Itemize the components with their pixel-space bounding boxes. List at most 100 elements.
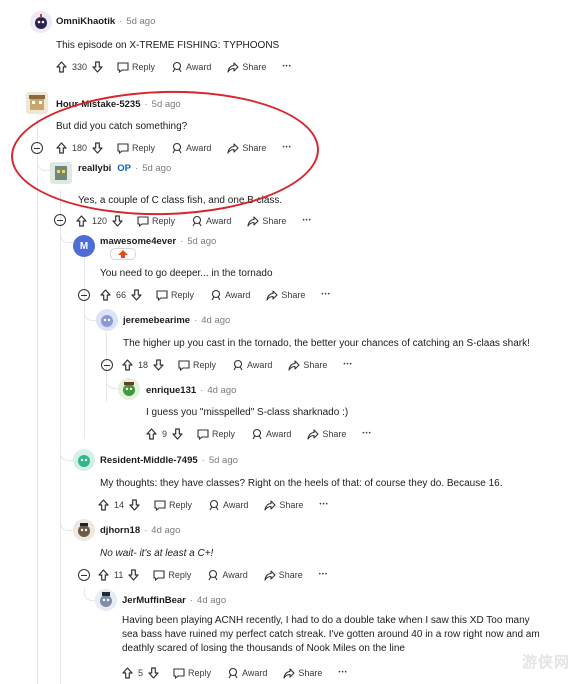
more-options-button[interactable]: •••: [282, 64, 291, 70]
upvote-icon[interactable]: [76, 215, 87, 227]
avatar[interactable]: [73, 519, 95, 541]
share-button[interactable]: Share: [264, 499, 303, 511]
more-options-button[interactable]: •••: [338, 670, 347, 676]
award-label: Award: [186, 62, 212, 72]
share-button[interactable]: Share: [288, 359, 327, 371]
award-button[interactable]: Award: [207, 569, 248, 581]
avatar[interactable]: [95, 589, 117, 611]
collapse-thread-button[interactable]: [78, 569, 90, 581]
upvote-icon[interactable]: [122, 359, 133, 371]
author-name[interactable]: OmniKhaotik: [56, 16, 115, 27]
award-icon: [232, 359, 244, 371]
reply-button[interactable]: Reply: [173, 667, 211, 679]
author-name[interactable]: Resident-Middle-7495: [100, 455, 198, 466]
award-button[interactable]: Award: [171, 61, 211, 73]
reply-icon: [173, 667, 185, 679]
comment-actions: 66 Reply Award Share •••: [100, 289, 347, 301]
avatar[interactable]: [118, 378, 140, 400]
share-button[interactable]: Share: [264, 569, 303, 581]
award-icon: [191, 215, 203, 227]
more-options-button[interactable]: •••: [302, 218, 311, 224]
award-label: Award: [223, 500, 249, 510]
collapse-thread-button[interactable]: [54, 214, 66, 226]
reply-label: Reply: [168, 570, 192, 580]
separator-dot: ·: [144, 99, 148, 110]
avatar[interactable]: [73, 449, 95, 471]
comment-actions: 14 Reply Award Share •••: [98, 499, 345, 511]
downvote-icon[interactable]: [92, 142, 103, 154]
reply-button[interactable]: Reply: [137, 215, 175, 227]
award-button[interactable]: Award: [191, 215, 231, 227]
upvote-icon[interactable]: [56, 142, 67, 154]
award-button[interactable]: Award: [251, 428, 291, 440]
share-button[interactable]: Share: [307, 428, 346, 440]
more-options-button[interactable]: •••: [282, 145, 291, 151]
reply-button[interactable]: Reply: [156, 289, 195, 301]
upvote-icon[interactable]: [122, 667, 133, 679]
award-button[interactable]: Award: [171, 142, 211, 154]
downvote-icon[interactable]: [148, 667, 159, 679]
reply-button[interactable]: Reply: [154, 499, 192, 511]
avatar[interactable]: [50, 162, 72, 184]
award-icon: [171, 61, 183, 73]
more-icon: •••: [343, 362, 353, 368]
reply-icon: [178, 359, 190, 371]
more-icon: •••: [319, 502, 329, 508]
share-button[interactable]: Share: [227, 61, 266, 73]
award-button[interactable]: Award: [210, 289, 250, 301]
avatar[interactable]: [96, 309, 118, 331]
downvote-icon[interactable]: [153, 359, 164, 371]
more-icon: •••: [362, 431, 372, 437]
award-button[interactable]: Award: [232, 359, 272, 371]
author-name[interactable]: Hour-Mistake-5235: [56, 99, 140, 110]
avatar[interactable]: [26, 92, 48, 114]
more-options-button[interactable]: •••: [319, 502, 328, 508]
reply-button[interactable]: Reply: [178, 359, 216, 371]
author-name[interactable]: reallybi: [78, 163, 111, 174]
downvote-icon[interactable]: [131, 289, 142, 301]
author-name[interactable]: enrique131: [146, 385, 196, 396]
more-options-button[interactable]: •••: [321, 292, 330, 298]
author-name[interactable]: djhorn18: [100, 525, 140, 536]
award-button[interactable]: Award: [227, 667, 267, 679]
reply-label: Reply: [171, 290, 195, 300]
upvote-icon[interactable]: [56, 61, 67, 73]
award-button[interactable]: Award: [208, 499, 248, 511]
reply-button[interactable]: Reply: [117, 142, 155, 154]
downvote-icon[interactable]: [92, 61, 103, 73]
upvote-icon[interactable]: [100, 289, 111, 301]
thread-line: [60, 190, 61, 684]
upvote-icon[interactable]: [98, 499, 109, 511]
downvote-icon[interactable]: [112, 215, 123, 227]
author-name[interactable]: mawesome4ever: [100, 236, 176, 247]
author-name[interactable]: JerMuffinBear: [122, 595, 186, 606]
separator-dot: ·: [200, 385, 204, 396]
share-button[interactable]: Share: [247, 215, 286, 227]
author-name[interactable]: jeremebearime: [123, 315, 190, 326]
share-button[interactable]: Share: [227, 142, 266, 154]
award-label: Award: [222, 570, 248, 580]
share-button[interactable]: Share: [283, 667, 322, 679]
downvote-icon[interactable]: [128, 569, 139, 581]
downvote-icon[interactable]: [172, 428, 183, 440]
avatar[interactable]: M: [73, 235, 95, 257]
vote-count: 180: [72, 143, 88, 153]
separator-dot: ·: [135, 163, 139, 174]
upvote-icon[interactable]: [98, 569, 109, 581]
collapse-thread-button[interactable]: [31, 142, 43, 154]
downvote-icon[interactable]: [129, 499, 140, 511]
vote-count: 9: [162, 429, 168, 439]
share-button[interactable]: Share: [266, 289, 305, 301]
more-options-button[interactable]: •••: [362, 431, 371, 437]
comment-actions: 330 Reply Award Share •••: [56, 61, 308, 73]
collapse-thread-button[interactable]: [78, 289, 90, 301]
more-icon: •••: [282, 64, 292, 70]
reply-button[interactable]: Reply: [197, 428, 235, 440]
more-options-button[interactable]: •••: [319, 572, 328, 578]
reply-button[interactable]: Reply: [117, 61, 155, 73]
upvote-icon[interactable]: [146, 428, 157, 440]
reply-button[interactable]: Reply: [153, 569, 192, 581]
avatar[interactable]: [30, 11, 52, 33]
more-options-button[interactable]: •••: [343, 362, 352, 368]
collapse-thread-button[interactable]: [101, 359, 113, 371]
